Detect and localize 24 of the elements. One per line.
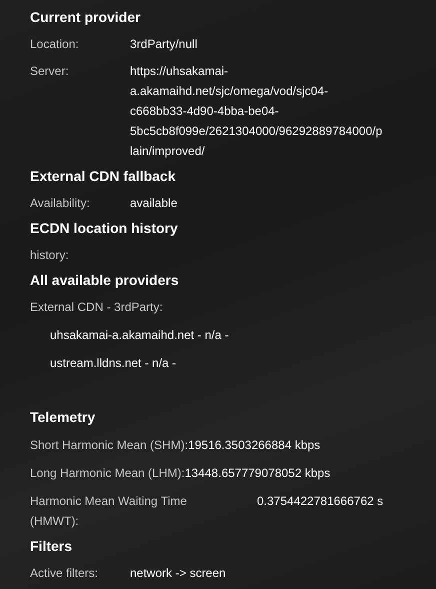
field-value: 3rdParty/null (130, 36, 198, 53)
section-heading: External CDN fallback (30, 167, 176, 186)
provider-entry: ustream.lldns.net - n/a - (50, 356, 176, 370)
section-heading: Telemetry (30, 408, 96, 427)
field-value: https://uhsakamai-a.akamaihd.net/sjc/omega/vod/sjc04-c668bb33-4d90-4bba-be04-5bc5cb8f099e/2621304000/96292889784000/plain/improved/ (130, 63, 384, 160)
section-heading: Filters (30, 537, 74, 556)
provider-entry: uhsakamai-a.akamaihd.net - n/a - (50, 328, 229, 342)
field-label: Short Harmonic Mean (SHM): (30, 437, 188, 454)
field-label: Long Harmonic Mean (LHM): (30, 465, 185, 482)
field-value: available (130, 195, 178, 212)
section-heading: All available providers (30, 271, 180, 290)
field-label: External CDN - 3rdParty: (30, 300, 163, 314)
field-value: network -> screen (130, 565, 227, 582)
field-label: Active filters: (30, 565, 100, 582)
field-value: 19516.3503266884 kbps (188, 437, 320, 454)
field-label: Location: (30, 36, 80, 53)
field-value: 13448.657779078052 kbps (184, 465, 330, 482)
field-label: Server: (30, 63, 70, 80)
field-label: Harmonic Mean Waiting Time (HMWT): (30, 493, 188, 530)
section-heading: Current provider (30, 8, 142, 27)
section-heading: ECDN location history (30, 219, 179, 238)
field-value: 0.3754422781666762 s (257, 493, 384, 510)
field-label: Availability: (30, 195, 91, 212)
field-label: history: (30, 248, 69, 262)
